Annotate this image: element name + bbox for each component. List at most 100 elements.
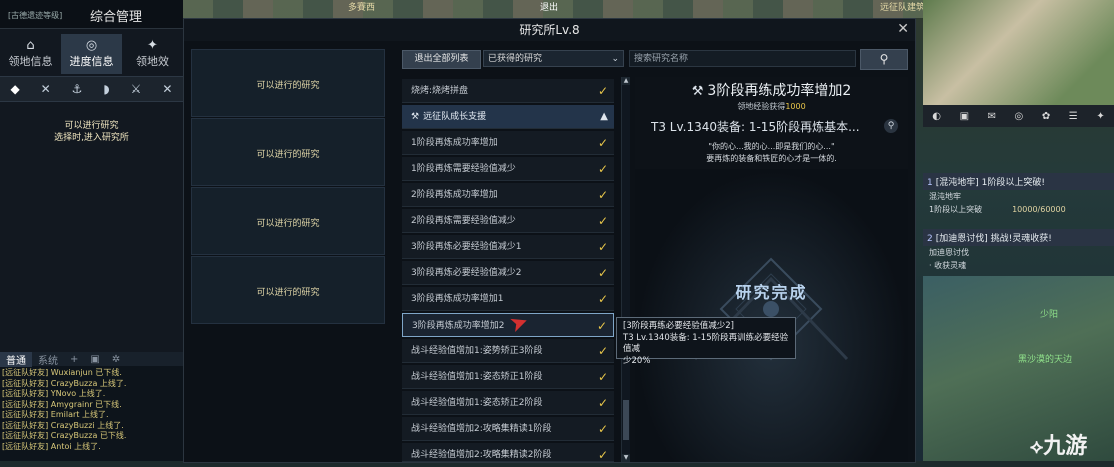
left-panel-header: [古德遗迹等级] 综合管理 [0, 0, 183, 29]
gift-icon[interactable]: ▣ [960, 111, 969, 122]
quest-title: [加迪恩讨伐] 挑战!灵魂收获! [935, 234, 1052, 244]
scrollbar-thumb[interactable] [623, 400, 629, 440]
list-item[interactable]: 烧烤:烧烤拼盘 ✓ [402, 79, 614, 103]
compass-icon[interactable]: ◎ [1015, 111, 1024, 122]
graduation-cap-icon[interactable]: ◆ [10, 82, 19, 96]
list-item[interactable]: 3阶段再炼必要经验值减少1 ✓ [402, 235, 614, 259]
quest-number: 2 [927, 234, 933, 244]
list-scrollbar[interactable]: ▲ ▼ [621, 77, 630, 462]
crossed-axes-icon[interactable]: ⚔ [131, 82, 142, 96]
compass-icon: ◎ [85, 38, 98, 53]
tooltip-line: 少20% [623, 355, 651, 366]
research-slot-label: 可以进行的研究 [256, 81, 320, 91]
research-slot-label: 可以进行的研究 [256, 288, 320, 298]
right-building-tag: 远征队建筑 [880, 3, 926, 13]
tab-territory-effect[interactable]: ✦ 领地效 [122, 34, 183, 74]
detail-quote: "你的心...我的心...即是我们的心..." 要再炼的装备和铁匠的心才是一体的… [635, 141, 908, 165]
checkmark-icon: ✓ [597, 136, 608, 150]
chat-tabs: 普通 系统 + ▣ ✲ [0, 351, 183, 367]
mail-icon[interactable]: ✉ [988, 111, 996, 122]
research-slot[interactable]: 可以进行的研究 [191, 256, 385, 324]
anchor-icon[interactable]: ⚓ [72, 82, 83, 96]
star-icon[interactable]: ✦ [1096, 111, 1104, 122]
lock-icon[interactable]: ▣ [84, 354, 105, 365]
tab-label: 领地效 [136, 55, 169, 68]
magnifier-icon[interactable]: ⚲ [884, 119, 898, 133]
list-item[interactable]: 3阶段再炼成功率增加1 ✓ [402, 287, 614, 311]
quote-line: "你的心...我的心...即是我们的心..." [708, 142, 835, 151]
quest-number: 1 [927, 178, 933, 188]
tab-label: 领地信息 [8, 55, 53, 68]
minimap[interactable] [923, 0, 1114, 105]
checkmark-icon: ✓ [596, 319, 607, 333]
list-item[interactable]: 1阶段再炼成功率增加 ✓ [402, 131, 614, 155]
ship-icon[interactable]: ◗ [103, 82, 109, 96]
list-item-label: 战斗经验值增加1:姿态矫正2阶段 [411, 398, 543, 408]
research-slot[interactable]: 可以进行的研究 [191, 187, 385, 255]
list-item[interactable]: 2阶段再炼需要经验值减少 ✓ [402, 209, 614, 233]
chat-icon[interactable]: ☰ [1069, 111, 1078, 122]
castle-icon: ⌂ [26, 38, 35, 53]
message-line: 可以进行研究 [64, 121, 119, 131]
list-group-label: 远征队成长支援 [423, 112, 487, 122]
rest-icon[interactable]: ◐ [932, 111, 941, 122]
quest-progress: 10000/60000 [1012, 205, 1066, 214]
close-icon[interactable]: ✕ [897, 21, 909, 37]
list-group-header[interactable]: ⚒ 远征队成长支援 ▲ [402, 105, 614, 129]
chat-tab-normal[interactable]: 普通 [0, 351, 32, 367]
search-button[interactable]: ⚲ [860, 49, 908, 70]
detail-title: 3阶段再练成功率增加2 [707, 83, 852, 99]
exit-all-list-button[interactable]: 退出全部列表 [402, 50, 481, 69]
list-item[interactable]: 2阶段再炼成功率增加 ✓ [402, 183, 614, 207]
research-slot[interactable]: 可以进行的研究 [191, 118, 385, 186]
quest-sub: 混沌地牢 [929, 192, 961, 201]
list-item-label: 3阶段再炼必要经验值减少2 [411, 268, 522, 278]
detail-exp-value: 1000 [785, 102, 806, 111]
research-slot[interactable]: 可以进行的研究 [191, 49, 385, 117]
message-line: 选择时,进入研究所 [54, 133, 129, 143]
chat-add-tab-button[interactable]: + [64, 354, 84, 365]
list-item[interactable]: 战斗经验值增加1:姿态矫正2阶段 ✓ [402, 391, 614, 415]
research-dialog: 研究所Lv.8 ✕ 可以进行的研究 可以进行的研究 可以进行的研究 可以进行的研… [183, 18, 916, 463]
tools-icon[interactable]: ✕ [41, 82, 51, 96]
chat-line: [远征队好友] CrazyBuzzi 上线了. [2, 420, 124, 430]
left-research-message: 可以进行研究 选择时,进入研究所 [0, 120, 183, 144]
list-item-label: 2阶段再炼成功率增加 [411, 190, 498, 200]
checkmark-icon: ✓ [597, 396, 608, 410]
list-item[interactable]: 战斗经验值增加1:姿势矫正3阶段 ✓ [402, 339, 614, 363]
crossed-swords-icon[interactable]: ✕ [162, 82, 172, 96]
tab-territory-info[interactable]: ⌂ 领地信息 [0, 34, 61, 74]
detail-title-row: ⚒ 3阶段再练成功率增加2 [635, 80, 908, 100]
exit-label[interactable]: 退出 [540, 0, 558, 13]
list-item[interactable]: 战斗经验值增加2:攻略集精读2阶段 ✓ [402, 443, 614, 462]
quest-objective-label: 1阶段以上突破 [929, 205, 983, 214]
quest-tracker-1[interactable]: 1 [混沌地牢] 1阶段以上突破! 混沌地牢 1阶段以上突破 10000/60000 [923, 173, 1114, 216]
detail-exp-line: 领地经验获得1000 [635, 101, 908, 112]
scene-label: 少阳 [1040, 310, 1059, 320]
checkmark-icon: ✓ [597, 448, 608, 462]
list-item-label: 烧烤:烧烤拼盘 [411, 86, 469, 96]
research-filter-dropdown[interactable]: 已获得的研究 ⌄ [483, 50, 624, 67]
left-management-panel: [古德遗迹等级] 综合管理 ⌂ 领地信息 ◎ 进度信息 ✦ 领地效 ◆ ✕ ⚓ … [0, 0, 183, 352]
list-item[interactable]: 战斗经验值增加2:攻略集精读1阶段 ✓ [402, 417, 614, 441]
list-item[interactable]: 1阶段再炼需要经验值减少 ✓ [402, 157, 614, 181]
scroll-up-arrow-icon[interactable]: ▲ [622, 77, 630, 85]
filter-value: 已获得的研究 [488, 54, 543, 64]
watermark-logo-icon: ⟡ [1030, 434, 1044, 458]
search-icon: ⚲ [879, 52, 889, 66]
research-detail-panel: ⚒ 3阶段再练成功率增加2 领地经验获得1000 T3 Lv.1340装备: 1-… [635, 77, 908, 462]
chevron-down-icon: ⌄ [611, 54, 619, 64]
list-item-label: 战斗经验值增加2:攻略集精读1阶段 [411, 424, 552, 434]
chat-tab-system[interactable]: 系统 [32, 352, 64, 367]
list-item[interactable]: 3阶段再炼必要经验值减少2 ✓ [402, 261, 614, 285]
search-input[interactable]: 搜索研究名称 [629, 50, 856, 67]
list-item-label: 2阶段再炼需要经验值减少 [411, 216, 516, 226]
gear-icon[interactable]: ✲ [106, 354, 126, 365]
list-item[interactable]: 战斗经验值增加1:姿态矫正1阶段 ✓ [402, 365, 614, 389]
tab-progress-info[interactable]: ◎ 进度信息 [61, 34, 122, 74]
pet-icon[interactable]: ✿ [1042, 111, 1050, 122]
quest-tracker-2[interactable]: 2 [加迪恩讨伐] 挑战!灵魂收获! 加迪恩讨伐 · 收获灵魂 [923, 229, 1114, 272]
quest-title-row: 2 [加迪恩讨伐] 挑战!灵魂收获! [923, 229, 1114, 246]
tooltip-line: T3 Lv.1340装备: 1-15阶段再训练必要经验值减 [623, 332, 789, 355]
tooltip-line: [3阶段再练必要经验值减少2] [623, 321, 734, 331]
